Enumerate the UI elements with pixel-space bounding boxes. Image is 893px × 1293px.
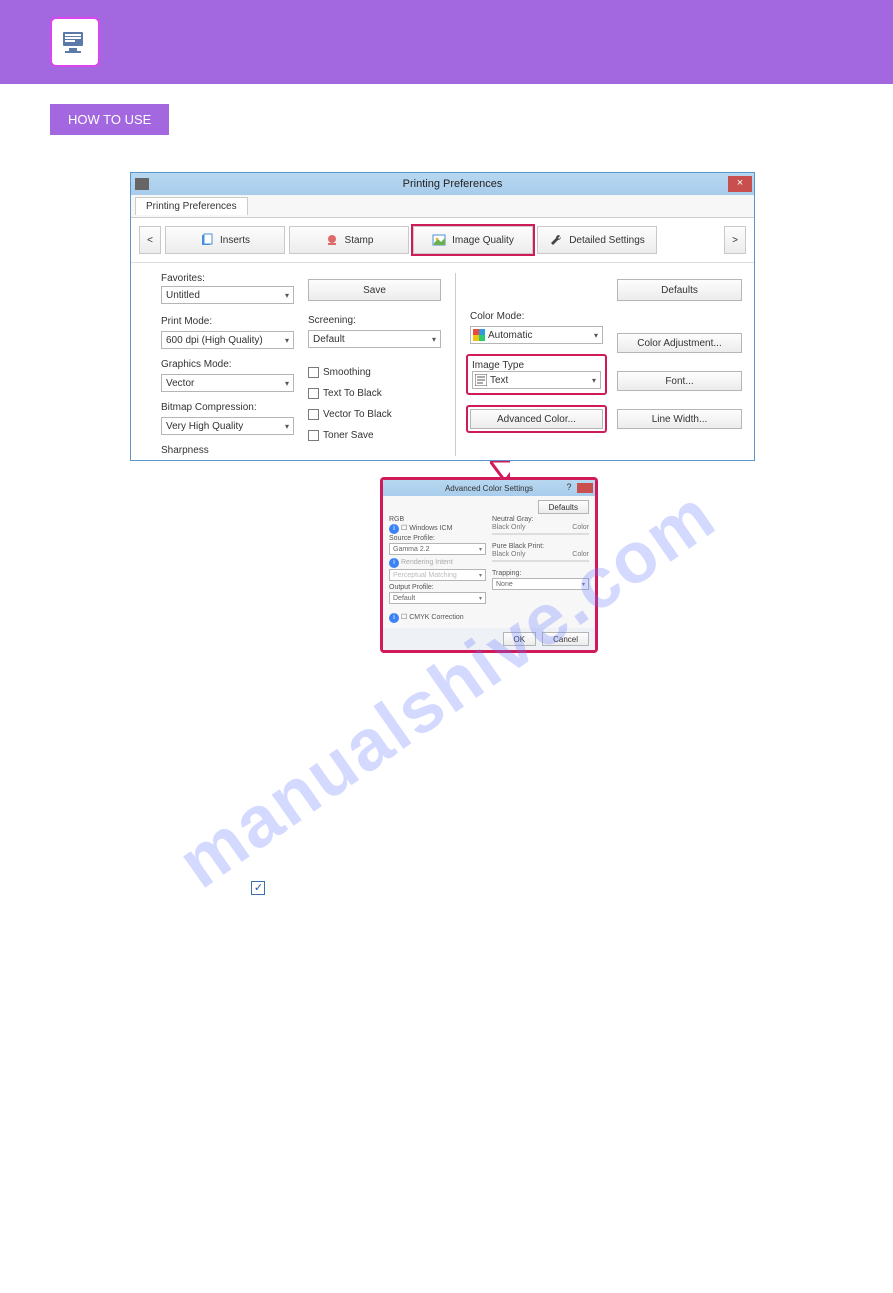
advanced-color-button[interactable]: Advanced Color... (470, 409, 603, 429)
screening-label: Screening: (308, 315, 441, 326)
bitmap-compression-label: Bitmap Compression: (161, 402, 294, 413)
output-profile-select[interactable]: Default (389, 592, 486, 604)
screening-select[interactable]: Default (308, 330, 441, 348)
info-icon: i (389, 524, 399, 534)
source-profile-heading: Source Profile (50, 793, 843, 817)
ok-button[interactable]: OK (503, 632, 537, 646)
image-quality-icon (432, 233, 446, 247)
sharpness-label: Sharpness (161, 445, 294, 456)
rendering-intent-select: Perceptual Matching (389, 569, 486, 581)
pure-black-print-label: Pure Black Print: (492, 543, 589, 550)
source-available-when: This item is available when: (70, 903, 843, 925)
tab-detailed-settings[interactable]: Detailed Settings (537, 226, 657, 254)
sub-defaults-button[interactable]: Defaults (538, 500, 589, 514)
stamp-icon (325, 233, 339, 247)
output-available-when: This item is available when: (70, 1203, 843, 1225)
info-icon: i (389, 613, 399, 623)
rendering-intent-label: iRendering Intent (389, 558, 486, 568)
printer-icon (135, 178, 149, 190)
app-icon (50, 17, 100, 67)
vector-to-black-checkbox[interactable]: Vector To Black (308, 409, 441, 420)
toner-save-checkbox[interactable]: Toner Save (308, 430, 441, 441)
advanced-color-highlight: Advanced Color... (466, 405, 607, 433)
windows-icm-checkbox[interactable]: i☐ Windows ICM (389, 524, 486, 534)
step-3-note-1: The image will be printed with color man… (70, 725, 843, 747)
sub-close-button[interactable] (577, 483, 593, 493)
step-3: 33 Select the [Windows ICM] checkbox. (50, 679, 843, 705)
line-width-button[interactable]: Line Width... (617, 409, 742, 429)
graphics-mode-select[interactable]: Vector (161, 374, 294, 392)
favorites-label: Favorites: (161, 273, 294, 284)
nav-next-button[interactable]: > (724, 226, 746, 254)
rendering-intent-heading: Rendering Intent (50, 995, 843, 1019)
source-bullet-image-type: • [Image Type] is set to an option other… (78, 953, 843, 975)
text-to-black-checkbox[interactable]: Text To Black (308, 388, 441, 399)
step-3-note-2: To apply color management by the printer… (70, 751, 843, 773)
cmyk-correction-checkbox[interactable]: i☐ CMYK Correction (389, 613, 486, 623)
rendering-bullet-icm: • [Windows ICM] checkbox is selected (78, 1079, 843, 1101)
cancel-button[interactable]: Cancel (542, 632, 589, 646)
page-banner (0, 0, 893, 84)
image-type-select[interactable]: Text (472, 371, 601, 389)
output-bullet-color-mode: • [Color Mode] is set to [Color] (78, 1229, 843, 1251)
color-mode-icon (473, 329, 485, 341)
checkbox-inline-icon: ✓ (251, 881, 265, 895)
neutral-gray-slider[interactable] (492, 533, 589, 535)
source-profile-desc-2: Normally, select [Gamma 2.2]. This is a … (70, 851, 843, 873)
breadcrumb-path: > Windows > [Image Quality] (179, 109, 451, 130)
defaults-button[interactable]: Defaults (617, 279, 742, 301)
print-mode-label: Print Mode: (161, 316, 294, 327)
bitmap-compression-select[interactable]: Very High Quality (161, 417, 294, 435)
section-tag: HOW TO USE (50, 104, 169, 135)
tab-printing-preferences[interactable]: Printing Preferences (135, 197, 248, 215)
tab-stamp[interactable]: Stamp (289, 226, 409, 254)
smoothing-checkbox[interactable]: Smoothing (308, 367, 441, 378)
help-icon[interactable]: ? (563, 482, 575, 492)
source-profile-desc-1: Select a profile for the image (70, 824, 843, 846)
print-mode-select[interactable]: 600 dpi (High Quality) (161, 331, 294, 349)
output-profile-desc: Select a profile for print output. (70, 1177, 843, 1199)
favorites-select[interactable]: Untitled (161, 286, 294, 304)
image-type-highlight: Image Type Text (466, 354, 607, 395)
trapping-label: Trapping: (492, 570, 589, 577)
close-button[interactable]: × (728, 176, 752, 192)
output-profile-label: Output Profile: (389, 584, 486, 591)
graphics-mode-label: Graphics Mode: (161, 359, 294, 370)
printing-preferences-window: Printing Preferences × Printing Preferen… (130, 172, 755, 461)
source-bullet-color-mode: • [Color Mode] is set to [Color] (78, 929, 843, 951)
window-title: Printing Preferences (155, 178, 750, 190)
nav-prev-button[interactable]: < (139, 226, 161, 254)
inserts-icon (200, 233, 214, 247)
rendering-bullet-image-type: • [Image Type] is set to an option other… (78, 1103, 843, 1125)
image-type-label: Image Type (472, 360, 601, 371)
advanced-color-settings-dialog: Advanced Color Settings ? Defaults RGB i… (380, 477, 598, 653)
rendering-intent-desc: Select the conversion method with emphas… (70, 1027, 843, 1049)
source-profile-label: Source Profile: (389, 535, 486, 542)
text-icon (475, 374, 487, 386)
info-icon: i (389, 558, 399, 568)
tab-image-quality[interactable]: Image Quality (413, 226, 533, 254)
source-profile-select[interactable]: Gamma 2.2 (389, 543, 486, 555)
tab-inserts[interactable]: Inserts (165, 226, 285, 254)
rgb-section-label: RGB (389, 516, 486, 523)
source-profile-desc-3: If the [Windows ICM] checkbox✓ is select… (70, 877, 843, 899)
output-profile-heading: Output Profile (50, 1145, 843, 1169)
save-button[interactable]: Save (308, 279, 441, 301)
font-button[interactable]: Font... (617, 371, 742, 391)
neutral-gray-label: Neutral Gray: (492, 516, 589, 523)
rendering-available-when: This item is available when: (70, 1053, 843, 1075)
sub-dialog-title: Advanced Color Settings (445, 484, 533, 493)
trapping-select[interactable]: None (492, 578, 589, 590)
color-mode-label: Color Mode: (470, 311, 603, 322)
wrench-icon (549, 233, 563, 247)
color-mode-select[interactable]: Automatic (470, 326, 603, 344)
pure-black-slider[interactable] (492, 560, 589, 562)
color-adjustment-button[interactable]: Color Adjustment... (617, 333, 742, 353)
step-2-intro: 22 Specify the "Image Type", and click [… (50, 141, 843, 158)
